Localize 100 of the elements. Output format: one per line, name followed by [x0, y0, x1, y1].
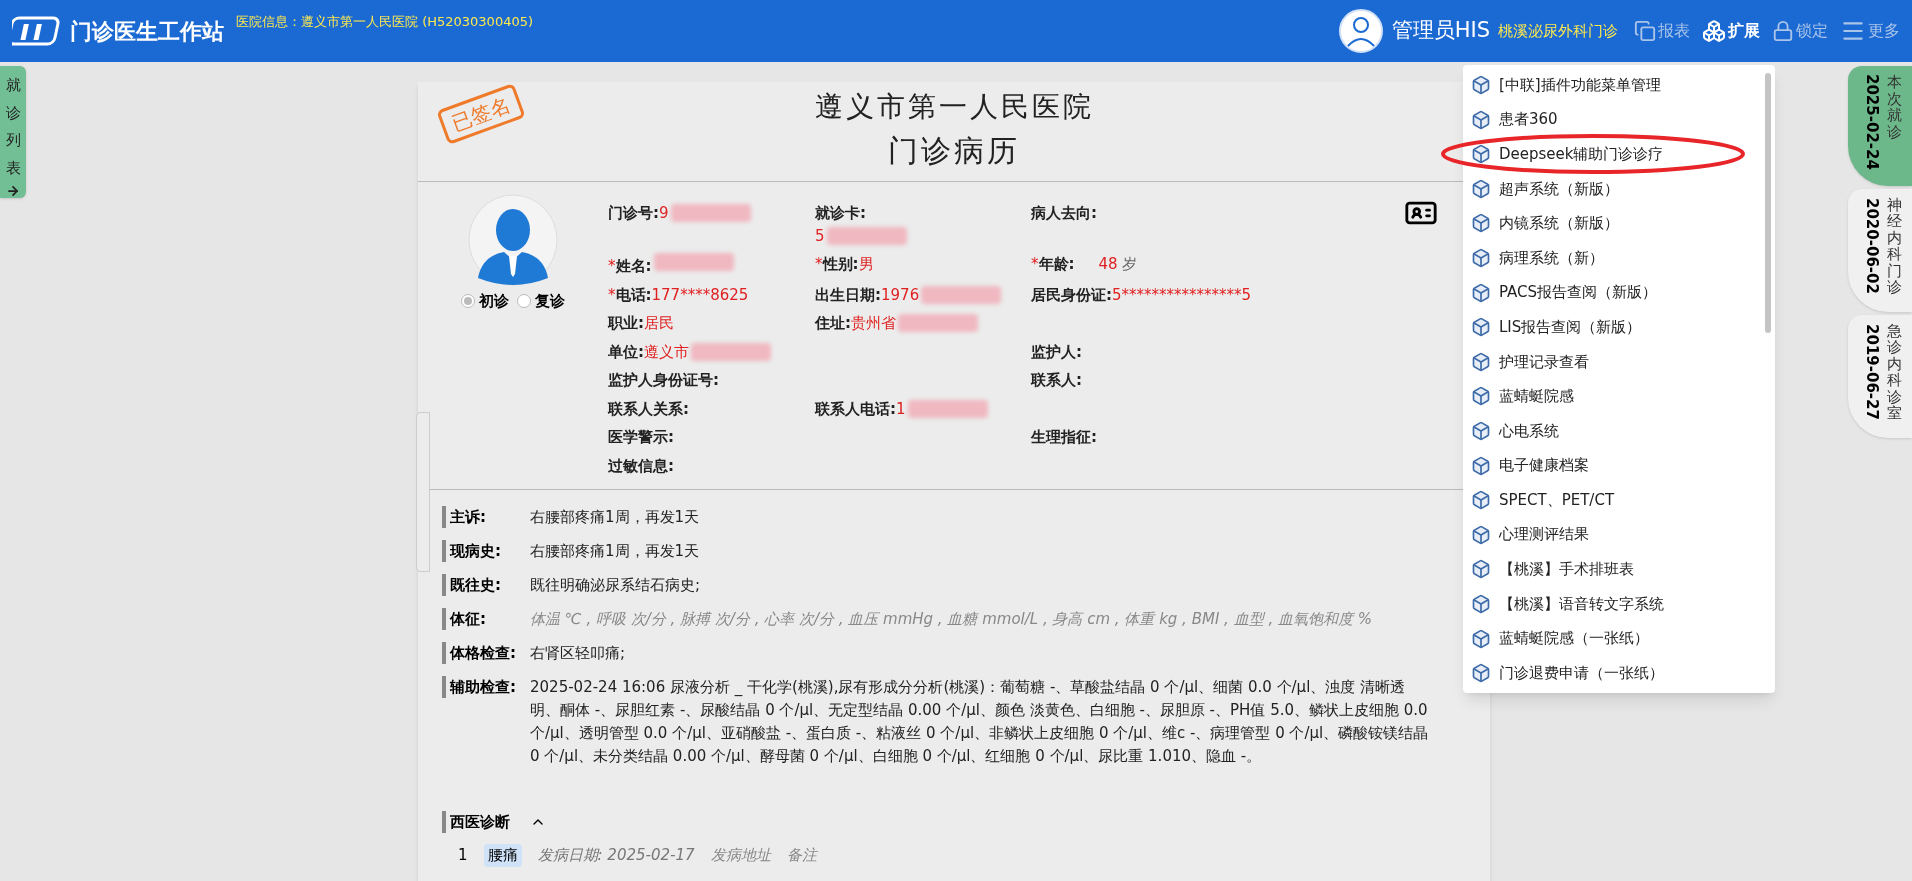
cube-icon: [1471, 109, 1491, 130]
tab-char: 表: [5, 157, 21, 179]
field-label: 职业:: [608, 313, 644, 334]
cube-icon: [1471, 455, 1491, 476]
cube-icon: [1471, 213, 1491, 234]
field-label: 病人去向:: [1031, 203, 1097, 224]
field-value: 5****************5: [1112, 284, 1252, 306]
menu-item[interactable]: 护理记录查看: [1471, 349, 1759, 374]
cube-icon: [1471, 247, 1491, 268]
menu-item[interactable]: 蓝蜻蜓院感（一张纸）: [1471, 626, 1759, 651]
section-label: 辅助检查:: [442, 676, 530, 698]
field-label: 联系人:: [1031, 370, 1082, 391]
menu-item[interactable]: 门诊退费申请（一张纸）: [1471, 661, 1759, 686]
diagnosis-tag: 腰痛: [483, 844, 522, 867]
cube-icon: [1471, 178, 1491, 199]
tab-char: 就: [5, 75, 21, 96]
report-icon: [1634, 20, 1656, 42]
signed-stamp: 已签名: [436, 83, 526, 145]
menu-item[interactable]: 心电系统: [1471, 418, 1759, 443]
cube-icon: [1471, 663, 1491, 684]
menu-item[interactable]: 心理测评结果: [1471, 522, 1759, 547]
field-label: 单位:: [608, 341, 644, 363]
cube-icon: [1471, 144, 1491, 165]
field-label: 出生日期:: [815, 284, 881, 306]
field-label: 过敏信息:: [608, 455, 674, 477]
visit-type-radio[interactable]: 复诊: [517, 290, 565, 313]
field-value: 9: [659, 203, 669, 224]
field-label: 门诊号:: [608, 203, 659, 224]
section-label: 西医诊断: [442, 811, 510, 833]
field-label: 监护人:: [1031, 341, 1082, 363]
field-value: 遵义市: [644, 341, 689, 363]
section-text: 2025-02-24 16:06 尿液分析 _ 干化学(桃溪),尿有形成分分析(桃溪)：葡萄糖 -、草酸盐结晶 0 个/μl、细菌 0.0 个/μl、浊度 清晰透明、酮体 -、尿胆红素 -、尿酸结晶 0 个/μl、无定型结晶 0.00 个/μl、颜色 淡黄色、白细胞 -、尿胆原 -、PH值 5.0、鳞状上皮细胞 0.0 个/μl、透明管型 0.0 个/μl、亚硝酸盐 -、蛋白质 -、粘液丝 0 个/μl、非鳞状上皮细胞 0 个/μl、维c -、病理管型 0 个/μl、磷酸铵镁结晶 0 个/μl、未分类结晶 0.00 个/μl、酵母菌 0 个/μl、白细胞 0 个/μl、红细胞 0 个/μl、尿比重 1.010、隐血 -。: [530, 677, 1430, 767]
logo-icon: [12, 14, 62, 48]
section-label: 体征:: [442, 608, 530, 630]
field-label: 医学警示:: [608, 427, 674, 448]
cube-icon: [1471, 282, 1491, 303]
field-value: 贵州省: [851, 313, 896, 334]
required-mark: *: [815, 254, 823, 275]
menu-item[interactable]: 患者360: [1471, 107, 1759, 132]
section-text: 体温 ℃ , 呼吸 次/分 , 脉搏 次/分 , 心率 次/分 , 血压 mmHg , 血糖 mmol/L , 身高 cm , 体重 kg , BMI , 血型 , 血氧饱和度 %: [530, 609, 1373, 630]
field-label: 年龄:: [1038, 254, 1075, 275]
cube-icon: [1471, 524, 1491, 545]
cube-icon: [1471, 628, 1491, 649]
cube-icon: [1471, 559, 1491, 580]
row-number: 1: [458, 845, 468, 866]
menu-item[interactable]: Deepseek辅助门诊诊疗: [1471, 142, 1759, 167]
cube-icon: [1471, 490, 1491, 511]
section-label: 现病史:: [442, 540, 530, 562]
cube-icon: [1471, 386, 1491, 407]
doctor-avatar-icon: [1337, 8, 1384, 54]
required-mark: *: [608, 284, 616, 306]
field-label: 电话:: [615, 284, 652, 306]
patient-avatar-icon: [468, 194, 558, 286]
menu-item[interactable]: LIS报告查阅（新版）: [1471, 315, 1759, 340]
lock-icon: [1772, 20, 1794, 42]
menu-item[interactable]: 内镜系统（新版）: [1471, 211, 1759, 236]
menu-item[interactable]: SPECT、PET/CT: [1471, 488, 1759, 513]
field-label: 生理指征:: [1031, 427, 1097, 448]
field-label: 联系人关系:: [608, 398, 689, 420]
field-label: 就诊卡:: [815, 203, 866, 224]
section-label: 既往史:: [442, 574, 530, 596]
menu-item[interactable]: PACS报告查阅（新版）: [1471, 280, 1759, 305]
menu-item[interactable]: 蓝蜻蜓院感: [1471, 384, 1759, 409]
field-value: 1976: [881, 284, 920, 306]
menu-item[interactable]: [中联]插件功能菜单管理: [1471, 73, 1759, 97]
field-value: 5: [815, 225, 825, 247]
section-text: 右腰部疼痛1周，再发1天: [530, 541, 701, 562]
field-label: 联系人电话:: [815, 398, 896, 420]
hospital-info: 医院信息：遵义市第一人民医院 (H52030300405): [236, 13, 534, 31]
field-value: 男: [858, 254, 874, 275]
field-value: 居民: [644, 313, 674, 334]
hospital-name: 遵义市第一人民医院: [814, 89, 1094, 125]
field-label: 监护人身份证号:: [608, 370, 719, 391]
menu-item[interactable]: 【桃溪】语音转文字系统: [1471, 591, 1759, 616]
section-label: 体格检查:: [442, 642, 530, 664]
section-text: 右腰部疼痛1周，再发1天: [530, 507, 701, 528]
section-label: 主诉:: [442, 506, 530, 528]
app-title: 门诊医生工作站: [70, 17, 224, 46]
cube-icon: [1471, 317, 1491, 338]
visit-type-radio[interactable]: 初诊: [461, 290, 509, 313]
menu-item[interactable]: 超声系统（新版）: [1471, 176, 1759, 201]
field-label: 姓名:: [615, 256, 652, 277]
menu-item[interactable]: 病理系统（新）: [1471, 245, 1759, 270]
onset-date: 发病日期: 2025-02-17: [537, 845, 695, 866]
field-value: 48: [1098, 254, 1118, 275]
menu-item[interactable]: 电子健康档案: [1471, 453, 1759, 478]
field-label: 性别:: [822, 254, 859, 275]
cube-icon: [1471, 593, 1491, 614]
user-name: 管理员HIS: [1391, 17, 1490, 45]
field-value: 1: [896, 398, 906, 420]
visit-list-tab[interactable]: 就 诊 列 表: [0, 66, 26, 198]
required-mark: *: [1031, 254, 1039, 275]
field-label: 住址:: [815, 313, 851, 334]
unit-label: 岁: [1121, 254, 1137, 275]
record-title: 门诊病历: [888, 132, 1020, 170]
field-hint: 发病地址: [710, 845, 771, 866]
tab-char: 列: [5, 130, 21, 151]
field-hint: 备注: [786, 845, 817, 866]
menu-item[interactable]: 【桃溪】手术排班表: [1471, 557, 1759, 582]
toolbar-button[interactable]: 扩展: [1702, 19, 1760, 43]
